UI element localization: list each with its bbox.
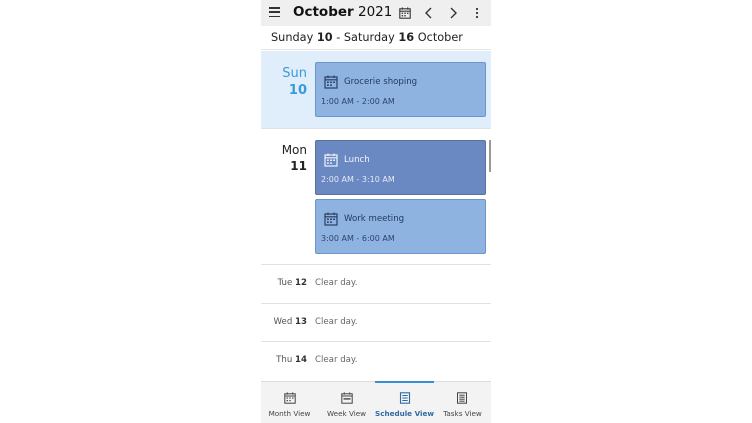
scrollbar[interactable] bbox=[489, 140, 491, 172]
day-name: Sun bbox=[282, 66, 307, 81]
list-item[interactable]: Wed 13 Clear day. bbox=[261, 304, 491, 342]
bottom-tab-bar: Month View Week View Schedule View Tasks… bbox=[261, 381, 491, 423]
event-title: Work meeting bbox=[344, 214, 405, 224]
clear-day-text: Clear day. bbox=[315, 278, 358, 288]
event-time: 2:00 AM - 3:10 AM bbox=[321, 175, 395, 184]
app-toolbar: October 2021 bbox=[261, 0, 491, 26]
schedule-list-icon bbox=[399, 392, 410, 404]
clear-day-text: Clear day. bbox=[315, 355, 358, 365]
day-label: Tue 12 bbox=[277, 278, 307, 288]
calendar-icon bbox=[324, 153, 338, 167]
chevron-left-icon[interactable] bbox=[421, 5, 437, 21]
month-calendar-icon bbox=[283, 392, 296, 404]
day-group-sunday: Sun 10 Grocerie shoping 1:00 AM - 2:00 A… bbox=[261, 51, 491, 128]
tab-month-view[interactable]: Month View bbox=[261, 382, 318, 423]
month-name: October bbox=[293, 4, 354, 20]
day-label: Wed 13 bbox=[273, 317, 307, 327]
day-label: Thu 14 bbox=[276, 355, 307, 365]
day-label: Sun 10 bbox=[261, 66, 307, 98]
calendar-icon[interactable] bbox=[397, 5, 413, 21]
day-number: 11 bbox=[290, 159, 307, 173]
week-calendar-icon bbox=[340, 392, 353, 404]
day-number: 10 bbox=[288, 83, 307, 98]
tab-week-view[interactable]: Week View bbox=[318, 382, 375, 423]
event-card[interactable]: Grocerie shoping 1:00 AM - 2:00 AM bbox=[315, 62, 486, 117]
tab-label: Tasks View bbox=[443, 409, 482, 418]
event-time: 3:00 AM - 6:00 AM bbox=[321, 234, 395, 243]
event-title: Lunch bbox=[344, 155, 370, 165]
calendar-icon bbox=[324, 212, 338, 226]
tab-schedule-view[interactable]: Schedule View bbox=[375, 381, 434, 423]
date-range-label: Sunday 10 - Saturday 16 October bbox=[271, 31, 463, 44]
tab-tasks-view[interactable]: Tasks View bbox=[434, 382, 491, 423]
hamburger-menu-icon[interactable] bbox=[269, 7, 280, 18]
event-time: 1:00 AM - 2:00 AM bbox=[321, 97, 395, 106]
chevron-right-icon[interactable] bbox=[445, 5, 461, 21]
more-vertical-icon[interactable] bbox=[469, 5, 485, 21]
tab-label: Schedule View bbox=[375, 409, 434, 418]
list-item[interactable]: Tue 12 Clear day. bbox=[261, 265, 491, 303]
event-card[interactable]: Work meeting 3:00 AM - 6:00 AM bbox=[315, 199, 486, 254]
tab-label: Month View bbox=[268, 409, 311, 418]
day-name: Mon bbox=[281, 143, 307, 157]
tasks-list-icon bbox=[457, 392, 468, 404]
list-item[interactable]: Thu 14 Clear day. bbox=[261, 342, 491, 380]
event-title: Grocerie shoping bbox=[344, 77, 418, 87]
clear-day-text: Clear day. bbox=[315, 317, 358, 327]
calendar-icon bbox=[324, 75, 338, 89]
year-label: 2021 bbox=[357, 4, 393, 20]
day-group-monday: Mon 11 Lunch 2:00 AM - 3:10 AM Work meet… bbox=[261, 129, 491, 264]
tab-label: Week View bbox=[327, 409, 367, 418]
event-card[interactable]: Lunch 2:00 AM - 3:10 AM bbox=[315, 140, 486, 195]
day-label: Mon 11 bbox=[261, 143, 307, 173]
calendar-app: October 2021 Sunday 10 - Saturday 16 Oct… bbox=[261, 0, 491, 423]
date-range-bar: Sunday 10 - Saturday 16 October bbox=[261, 26, 491, 50]
month-title[interactable]: October 2021 bbox=[293, 4, 392, 20]
